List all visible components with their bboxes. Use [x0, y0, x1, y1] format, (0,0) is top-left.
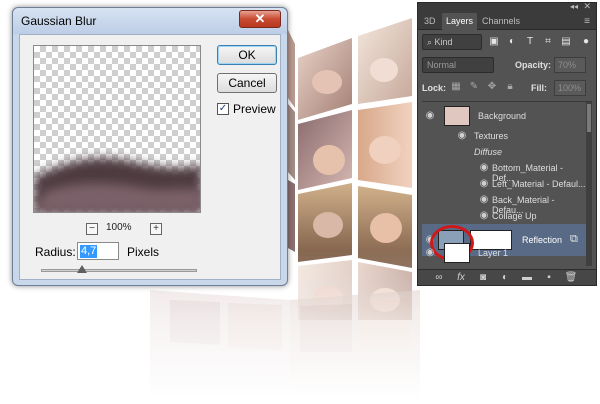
layer-row[interactable]: ◉ Layer 1 — [422, 242, 586, 264]
layers-panel: ◂◂ ✕ 3D Layers Channels ≡ ⌕ Kind ▣ ◐ T ⌗… — [417, 1, 597, 286]
collapse-icon[interactable]: ◂◂ — [570, 2, 578, 11]
filter-kind-select[interactable]: ⌕ Kind — [422, 34, 482, 50]
shape-filter-icon[interactable]: ⌗ — [542, 36, 554, 48]
trash-icon[interactable]: 🗑︎ — [564, 272, 578, 284]
visibility-eye-icon[interactable]: ◉ — [478, 163, 490, 173]
preview-checkbox[interactable]: ✓ — [217, 103, 229, 115]
zoom-out-button[interactable]: − — [86, 223, 98, 235]
radius-input[interactable]: 4,7 — [77, 242, 119, 260]
lock-all-icon[interactable]: 🔒︎ — [504, 81, 516, 93]
dialog-titlebar[interactable]: Gaussian Blur ✕ — [13, 8, 287, 34]
fill-input[interactable]: 100% — [554, 80, 586, 96]
new-layer-icon[interactable]: ▪ — [542, 272, 556, 284]
cancel-button[interactable]: Cancel — [217, 73, 277, 93]
layer-row[interactable]: ◉ Bottom_Material - Def... — [422, 160, 586, 184]
radius-slider[interactable] — [41, 265, 197, 273]
layer-name: Collage Up — [492, 211, 537, 221]
layer-name: Background — [478, 111, 527, 121]
checkmark-icon: ✓ — [218, 103, 228, 114]
blur-preview[interactable] — [33, 45, 201, 213]
image-filter-icon[interactable]: ▣ — [488, 36, 500, 48]
close-icon: ✕ — [254, 11, 266, 26]
panel-top-bar: ◂◂ ✕ — [418, 1, 596, 13]
radius-label: Radius: — [35, 245, 76, 259]
preview-blurred-image — [34, 158, 200, 212]
radius-slider-thumb[interactable] — [77, 265, 88, 273]
tab-3d[interactable]: 3D — [420, 13, 440, 30]
minus-icon: − — [89, 223, 95, 234]
plus-icon: + — [153, 223, 159, 234]
panel-tabs: 3D Layers Channels ≡ — [418, 13, 596, 30]
layer-row[interactable]: ◉ Background — [422, 104, 586, 128]
lock-transparency-icon[interactable]: ▦ — [450, 81, 462, 93]
layer-row[interactable]: ◉ Collage Up — [422, 208, 586, 224]
visibility-eye-icon[interactable]: ◉ — [456, 131, 468, 141]
panel-bottom-toolbar: ∞ fx ◙ ◐ ▬ ▪ 🗑︎ — [418, 269, 596, 285]
layer-row[interactable]: ◉ Left_Material - Defaul... — [422, 176, 586, 192]
preview-label: Preview — [233, 102, 276, 116]
search-icon: ⌕ — [427, 37, 435, 47]
mask-icon[interactable]: ◙ — [476, 272, 490, 284]
opacity-value: 70% — [558, 60, 577, 70]
opacity-label: Opacity: — [515, 60, 552, 70]
dialog-title: Gaussian Blur — [21, 14, 97, 28]
layers-scrollbar-thumb[interactable] — [587, 104, 591, 132]
panel-menu-icon[interactable]: ≡ — [584, 16, 590, 27]
blend-mode-value: Normal — [427, 60, 457, 70]
layer-name: Left_Material - Defaul... — [492, 179, 586, 189]
blend-mode-select[interactable]: Normal — [422, 57, 494, 73]
lock-paint-icon[interactable]: ✎ — [468, 81, 480, 93]
layers-list: ◉ Background ◉ Textures Diffuse ◉ Bottom… — [422, 101, 592, 266]
opacity-input[interactable]: 70% — [554, 57, 586, 73]
tab-layers[interactable]: Layers — [442, 13, 478, 30]
layer-name: Layer 1 — [478, 248, 509, 258]
layer-thumbnail — [444, 106, 470, 126]
filter-toggle-icon[interactable]: ● — [580, 36, 592, 48]
group-folder-icon[interactable]: ▬ — [520, 272, 534, 284]
layer-name: Diffuse — [474, 147, 503, 157]
dialog-close-button[interactable]: ✕ — [239, 10, 281, 28]
visibility-eye-icon[interactable]: ◉ — [478, 195, 490, 205]
tab-channels[interactable]: Channels — [478, 13, 524, 30]
zoom-level: 100% — [106, 222, 132, 233]
dialog-body: − 100% + OK Cancel ✓ Preview Radius: 4,7… — [19, 34, 281, 280]
close-icon[interactable]: ✕ — [583, 1, 591, 12]
pixels-unit-label: Pixels — [127, 245, 160, 259]
visibility-eye-icon[interactable]: ◉ — [424, 111, 436, 121]
adjustment-icon[interactable]: ◐ — [498, 272, 512, 284]
visibility-eye-icon[interactable]: ◉ — [478, 179, 490, 189]
lock-position-icon[interactable]: ✥ — [486, 81, 498, 93]
link-icon[interactable]: ∞ — [432, 272, 446, 284]
layer-row: Diffuse — [422, 144, 586, 160]
ok-button[interactable]: OK — [217, 45, 277, 65]
fill-value: 100% — [558, 83, 582, 93]
visibility-eye-icon[interactable]: ◉ — [478, 211, 490, 221]
gaussian-blur-dialog: Gaussian Blur ✕ − 100% + OK Cancel ✓ Pre… — [12, 7, 288, 286]
layer-row[interactable]: ◉ Back_Material - Defau... — [422, 192, 586, 216]
layer-name: Textures — [474, 131, 509, 141]
layer-row[interactable]: ◉ Textures — [422, 128, 586, 144]
type-filter-icon[interactable]: T — [524, 36, 536, 48]
radius-value: 4,7 — [80, 245, 98, 258]
smart-object-filter-icon[interactable]: ▤ — [560, 36, 572, 48]
fx-icon[interactable]: fx — [454, 272, 468, 284]
lock-label: Lock: — [422, 83, 447, 93]
filter-kind-value: Kind — [434, 37, 453, 47]
fill-label: Fill: — [531, 83, 547, 93]
adjustment-filter-icon[interactable]: ◐ — [506, 36, 518, 48]
zoom-in-button[interactable]: + — [150, 223, 162, 235]
layer-thumbnail — [444, 243, 470, 263]
visibility-eye-icon[interactable]: ◉ — [424, 248, 436, 258]
layers-scrollbar[interactable] — [586, 102, 592, 266]
